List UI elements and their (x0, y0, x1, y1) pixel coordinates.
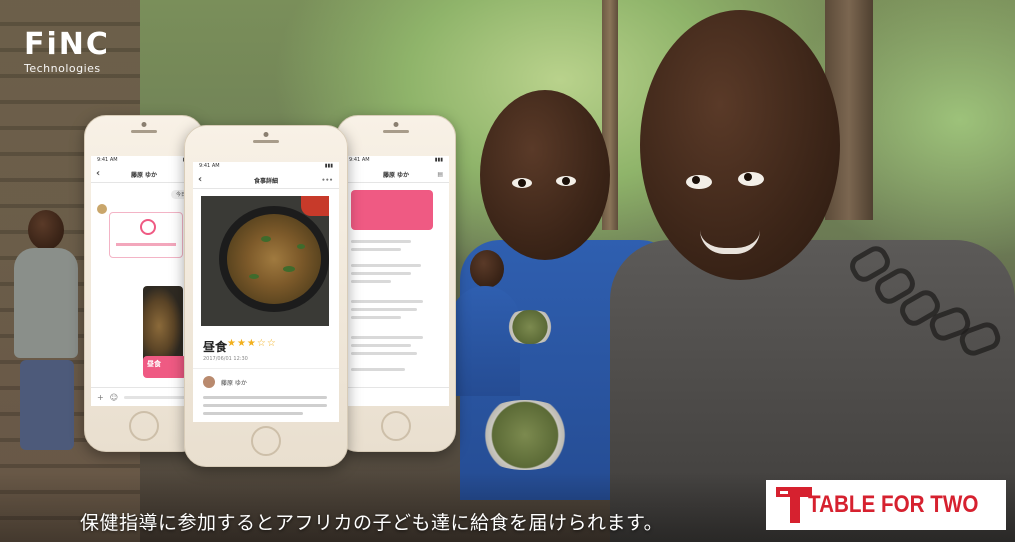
status-time: 9:41 AM (97, 157, 118, 163)
avatar (203, 376, 215, 388)
message-bubble (351, 190, 433, 230)
status-time: 9:41 AM (349, 157, 370, 163)
author-name: 藤原 ゆか (221, 380, 247, 387)
meal-bubble: 昼食 (143, 356, 187, 378)
caption-text: 保健指導に参加するとアフリカの子ども達に給食を届けられます。 (80, 512, 664, 534)
more-icon[interactable]: ••• (321, 177, 333, 184)
child-grey-sweater (600, 10, 1015, 542)
back-icon[interactable]: ‹ (198, 172, 202, 188)
nav-title: 藤原 ゆか (382, 171, 410, 179)
food-plate (500, 310, 560, 344)
logo-wordmark: FiNC (24, 27, 110, 62)
logo-subtitle: Technologies (24, 62, 101, 75)
menu-icon[interactable]: ▤ (437, 171, 443, 178)
nav-title: 食事詳細 (253, 177, 278, 185)
message-input-bar[interactable] (343, 387, 449, 406)
phone-mockup-messages: 9:41 AM ▮▮▮ 藤原 ゆか ▤ (336, 115, 456, 452)
finc-logo: FiNC Technologies (24, 27, 110, 76)
phone-screen: 9:41 AM ▮▮▮ ‹ 食事詳細 ••• 昼食 ★★★☆☆ 2017/06/01 … (193, 162, 339, 422)
badge-icon (140, 219, 156, 235)
food-plate (470, 400, 580, 470)
promo-banner: FiNC Technologies 9:41 AM▮▮▮ ‹藤原 ゆか 今日 昼… (0, 0, 1015, 542)
home-button (251, 426, 281, 456)
meal-photo (201, 196, 329, 326)
nav-title: 藤原 ゆか (130, 171, 158, 179)
divider (193, 368, 339, 369)
avatar (97, 204, 107, 214)
partner-name: TABLE FOR TWO (807, 491, 979, 518)
home-button (129, 411, 159, 441)
rating-stars: ★★★☆☆ (227, 338, 277, 349)
back-icon[interactable]: ‹ (96, 166, 100, 182)
home-button (381, 411, 411, 441)
tft-mark-icon (776, 487, 812, 523)
meal-label: 昼食 (147, 360, 161, 368)
phone-mockup-meal-detail: 9:41 AM ▮▮▮ ‹ 食事詳細 ••• 昼食 ★★★☆☆ 2017/06/01 … (184, 125, 348, 467)
meal-datetime: 2017/06/01 12:30 (203, 356, 248, 362)
status-time: 9:41 AM (199, 163, 220, 169)
phone-screen: 9:41 AM▮▮▮ ‹藤原 ゆか 今日 昼食 + ☺ (91, 156, 197, 406)
background-person (10, 210, 80, 450)
message-card (109, 212, 183, 258)
meal-title: 昼食 (203, 340, 228, 354)
meal-photo (143, 286, 183, 366)
plus-icon[interactable]: + (97, 393, 104, 402)
phone-screen: 9:41 AM ▮▮▮ 藤原 ゆか ▤ (343, 156, 449, 406)
message-input-bar[interactable]: + ☺ (91, 387, 197, 406)
emoji-icon[interactable]: ☺ (110, 393, 118, 402)
table-for-two-logo: TABLE FOR TWO (766, 480, 1006, 530)
